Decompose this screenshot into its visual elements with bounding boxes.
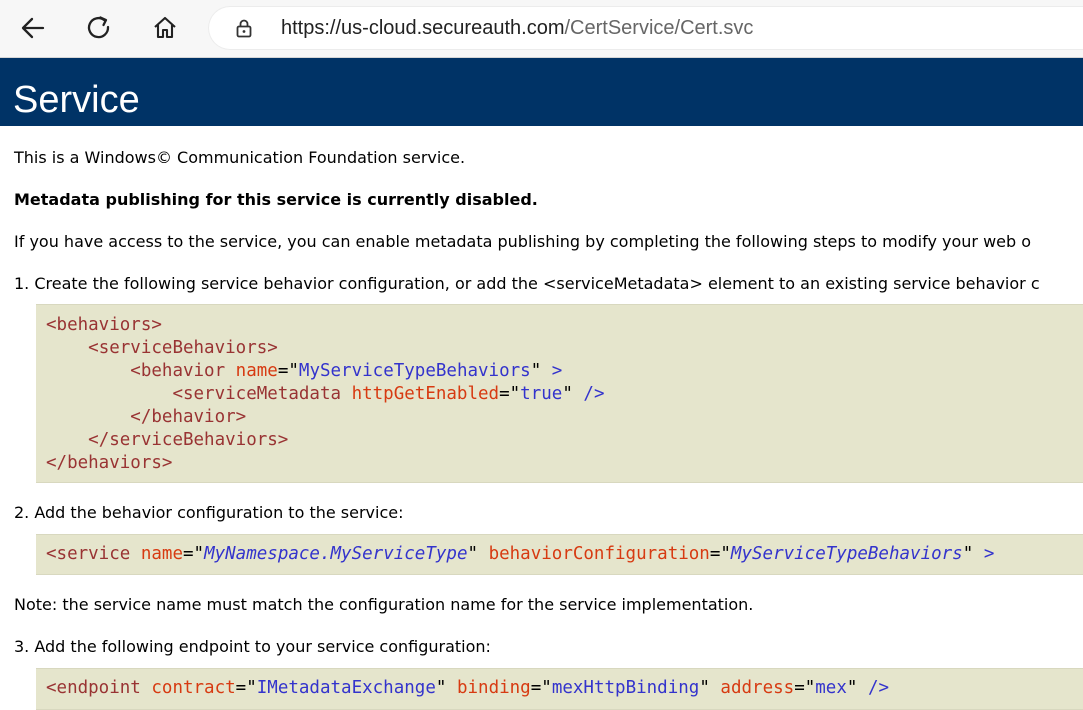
refresh-button[interactable] — [81, 10, 117, 46]
step-3-text: 3. Add the following endpoint to your se… — [14, 637, 491, 656]
code-line: </behavior> — [130, 407, 247, 427]
lock-icon[interactable] — [234, 18, 254, 38]
code-block-behaviors: <behaviors> <serviceBehaviors> <behavior… — [36, 304, 1083, 483]
code-line: </behaviors> — [46, 453, 173, 473]
home-button[interactable] — [147, 10, 183, 46]
url-text[interactable]: https://us-cloud.secureauth.com/CertServ… — [281, 17, 753, 40]
url-host: https://us-cloud.secureauth.com — [281, 17, 565, 39]
refresh-icon — [87, 16, 110, 39]
code-line: </serviceBehaviors> — [88, 430, 289, 450]
browser-toolbar: https://us-cloud.secureauth.com/CertServ… — [0, 0, 1083, 58]
code-block-endpoint: <endpoint contract="IMetadataExchange" b… — [36, 668, 1083, 710]
access-instructions: If you have access to the service, you c… — [14, 232, 1032, 251]
code-line: <endpoint contract="IMetadataExchange" b… — [46, 678, 890, 698]
home-icon — [154, 16, 176, 39]
code-block-service: <service name="MyNamespace.MyServiceType… — [36, 534, 1083, 575]
code-line: <serviceMetadata httpGetEnabled="true" /… — [172, 384, 605, 404]
code-line: <service name="MyNamespace.MyServiceType… — [46, 544, 995, 564]
metadata-disabled-text: Metadata publishing for this service is … — [14, 190, 538, 209]
back-button[interactable] — [15, 10, 51, 46]
page-title: Service — [13, 79, 140, 121]
url-path: /CertService/Cert.svc — [564, 17, 754, 39]
note-text: Note: the service name must match the co… — [14, 595, 754, 614]
step-2-text: 2. Add the behavior configuration to the… — [14, 503, 404, 522]
step-1-text: 1. Create the following service behavior… — [14, 274, 1040, 293]
back-arrow-icon — [21, 17, 45, 39]
code-line: <behaviors> — [46, 315, 162, 335]
code-line: <behavior name="MyServiceTypeBehaviors" … — [130, 361, 563, 381]
address-bar[interactable]: https://us-cloud.secureauth.com/CertServ… — [208, 6, 1083, 50]
code-line: <serviceBehaviors> — [88, 338, 278, 358]
heading-band — [0, 58, 1083, 126]
intro-text: This is a Windows© Communication Foundat… — [14, 148, 466, 167]
